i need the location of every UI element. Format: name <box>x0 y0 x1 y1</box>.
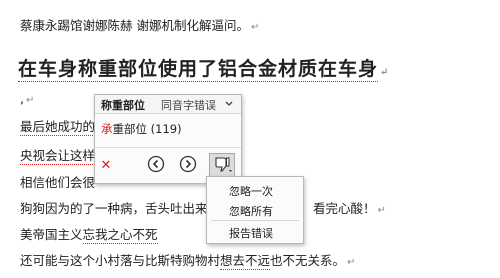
document-line-7[interactable]: 美帝国主义忘我之心不死 <box>20 227 158 244</box>
line-8-a: 还可能与这个小村落与比斯特购物村 <box>20 253 221 268</box>
line-3-text: 最后她成功的 <box>20 119 96 136</box>
suggestion-text: 重部位 (119) <box>112 122 182 136</box>
menu-item-ignore-once[interactable]: 忽略一次 <box>229 183 273 199</box>
spelling-suggestion-popup: 称重部位 同音字错误 承重部位 (119) ✕ <box>94 94 242 184</box>
paragraph-mark: ↵ <box>377 205 386 216</box>
close-icon[interactable]: ✕ <box>99 159 113 173</box>
popup-header: 称重部位 同音字错误 <box>95 95 241 114</box>
document-line-4[interactable]: 央视会让这样 <box>20 148 96 165</box>
paragraph-mark: ↵ <box>25 95 35 106</box>
menu-item-report-error[interactable]: 报告错误 <box>229 225 273 241</box>
thumbs-down-button[interactable] <box>209 153 235 177</box>
document-line-6[interactable]: 狗狗因为的了一种病，舌头吐出来 <box>20 201 208 217</box>
heading-text: 在车身称重部位使用了铝合金材质在车身 <box>18 58 379 82</box>
line-5-text: 相信他们会很 <box>20 175 96 190</box>
menu-separator <box>211 220 299 221</box>
thumbs-down-icon <box>215 157 232 172</box>
ignore-context-menu: 忽略一次 忽略所有 报告错误 <box>206 176 304 244</box>
error-type-label[interactable]: 同音字错误 <box>161 97 216 113</box>
line-6-text: 狗狗因为的了一种病，舌头吐出来 <box>20 201 208 216</box>
document-line-5[interactable]: 相信他们会很 <box>20 175 95 191</box>
line-6-suffix: 看完心酸！ <box>313 201 376 216</box>
paragraph-mark: ↵ <box>250 22 260 33</box>
previous-error-button[interactable] <box>147 155 165 173</box>
line-1-text: 蔡康永踢馆谢娜陈赫 谢娜机制化解逼问。 <box>20 18 249 33</box>
line-7-a: 美帝国主义 <box>20 227 83 242</box>
next-error-button[interactable] <box>179 155 197 173</box>
document-line-3[interactable]: 最后她成功的 <box>20 119 96 136</box>
document-line-6-end[interactable]: 看完心酸！ ↵ <box>313 201 386 219</box>
chevron-down-icon[interactable] <box>224 99 234 109</box>
document-line-8[interactable]: 还可能与这个小村落与比斯特购物村想去不远也不无关系。 ↵ <box>20 253 355 271</box>
paragraph-mark: ↵ <box>347 257 356 268</box>
menu-item-ignore-all[interactable]: 忽略所有 <box>229 203 273 219</box>
line-8-error[interactable]: 想去不远 <box>220 253 271 270</box>
popup-title: 称重部位 <box>101 99 145 112</box>
paragraph-mark: ↵ <box>380 67 390 78</box>
popup-divider <box>95 147 241 148</box>
suggestion-item[interactable]: 承重部位 (119) <box>101 121 182 137</box>
line-7-error[interactable]: 忘我之心不死 <box>82 227 158 244</box>
document-line-2[interactable]: , ↵ <box>20 91 34 109</box>
line-8-c: 也不无关系。 <box>270 253 346 268</box>
document-line-1[interactable]: 蔡康永踢馆谢娜陈赫 谢娜机制化解逼问。 ↵ <box>20 18 259 36</box>
line-4-text: 央视会让这样 <box>20 148 96 165</box>
line-2-text: , <box>20 91 24 106</box>
document-heading[interactable]: 在车身称重部位使用了铝合金材质在车身 ↵ <box>18 54 390 82</box>
suggestion-highlight: 承 <box>101 122 113 136</box>
